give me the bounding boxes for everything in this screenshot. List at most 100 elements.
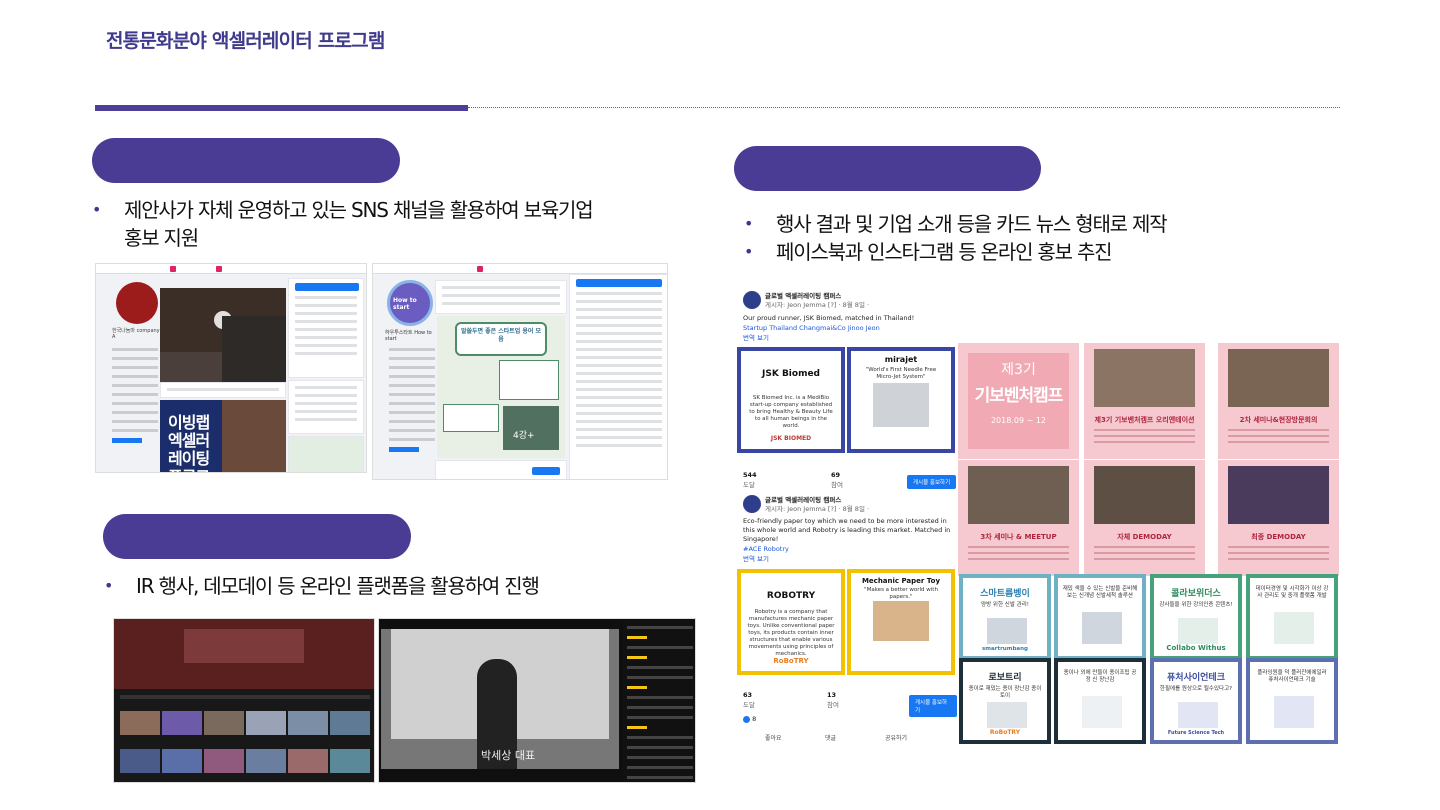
- company-tile: ROBOTRY Robotry is a company that manufa…: [737, 569, 845, 675]
- facebook-page-screenshot: How to start 하우투스타트 How to start 알쓸두면 좋은…: [372, 263, 668, 480]
- company-cardnews: 플라잉원을 덕 플러잔에에일러 퓨처사이언테크 기술: [1246, 658, 1338, 744]
- page-name: 하우투스타트 How to start: [385, 330, 432, 342]
- poster-box: 4강+: [503, 406, 559, 450]
- message-button[interactable]: [295, 283, 359, 291]
- event-photo: [1094, 466, 1195, 524]
- video-thumb[interactable]: [204, 711, 244, 735]
- post-text: Eco-friendly paper toy which we need to …: [743, 517, 951, 543]
- share-button[interactable]: 공유하기: [885, 733, 945, 742]
- video-thumb[interactable]: [288, 711, 328, 735]
- page-about-panel: [288, 380, 364, 434]
- event-photo: [1228, 349, 1329, 407]
- video-thumb[interactable]: [246, 711, 286, 735]
- company-tile: Mechanic Paper Toy "Makes a better world…: [847, 569, 955, 675]
- hashtag-link[interactable]: #ACE Robotry: [743, 545, 789, 554]
- page-sidebar-nav: [389, 348, 435, 458]
- post-actions: 좋아요 댓글 공유하기: [765, 733, 955, 742]
- program-poster: 이빙랩 엑셀러레이팅 프로그램: [160, 400, 222, 472]
- boost-post-button[interactable]: 게시물 홍보하기: [909, 695, 957, 717]
- facebook-page-screenshot: 한국나눔마 company A 이빙랩 엑셀러레이팅 프로그램: [95, 263, 367, 473]
- company-cardnews: 로보트리 종이로 재밌는 종이 장난감 종이토이 RoBoTRY: [959, 658, 1051, 744]
- like-count: 8: [743, 715, 756, 724]
- page-title: 전통문화분야 액셀러레이터 프로그램: [106, 30, 385, 52]
- post-header: [435, 280, 567, 314]
- see-translation-link[interactable]: 번역 보기: [743, 334, 769, 343]
- comment-button[interactable]: 댓글: [825, 733, 885, 742]
- photo-thumb: [160, 352, 222, 382]
- channel-tabs[interactable]: [120, 695, 370, 699]
- message-button[interactable]: [576, 279, 662, 287]
- post-card: [160, 382, 286, 398]
- reach-stat: 544 도달: [743, 471, 757, 489]
- like-icon: [743, 715, 750, 723]
- company-cardnews: 재밌 색을 수 있는 신발을 준비해보는 신개념 신발세척 솔루션: [1054, 574, 1146, 660]
- live-chat-panel: [623, 619, 695, 782]
- page-name: 한국나눔마 company A: [112, 328, 160, 340]
- post-page-name[interactable]: 글로벌 액셀러레이팅 캠퍼스: [765, 292, 841, 301]
- section-header-cardnews: [734, 146, 1041, 191]
- video-thumb[interactable]: [204, 749, 244, 773]
- live-video-player[interactable]: 박세상 대표: [381, 629, 619, 769]
- video-thumb[interactable]: [162, 749, 202, 773]
- event-card: 2차 세미나&현장방문회의: [1218, 343, 1339, 459]
- banner-image: [184, 629, 304, 663]
- bullet-item: 페이스북과 인스타그램 등 온라인 홍보 추진: [744, 238, 1304, 266]
- poster-box: [499, 360, 559, 400]
- video-thumb[interactable]: [330, 711, 370, 735]
- speaker-caption: 박세상 대표: [481, 749, 536, 762]
- sns-bullet-list: 제안사가 자체 운영하고 있는 SNS 채널을 활용하여 보육기업 홍보 지원: [92, 196, 612, 252]
- post-author: 게시자: Jeon Jemma [?] · 8월 8일 ·: [765, 505, 870, 513]
- event-photo: [1228, 466, 1329, 524]
- section-header-sns: [92, 138, 400, 183]
- engagement-stat: 13 참여: [827, 691, 839, 709]
- post-author: 게시자: Jeon Jemma [?] · 8월 8일 ·: [765, 301, 870, 309]
- dotted-divider: [468, 107, 1340, 108]
- post-image-poster: 알쓸두면 좋은 스타트업 용어 모음 4강+: [437, 316, 565, 458]
- boost-button[interactable]: [532, 467, 560, 475]
- boost-post-button[interactable]: 게시물 홍보하기: [907, 475, 957, 489]
- page-sidebar-nav: [112, 348, 158, 449]
- event-card: 3차 세미나 & MEETUP: [958, 460, 1079, 576]
- post-page-name[interactable]: 글로벌 액셀러레이팅 캠퍼스: [765, 496, 841, 505]
- video-thumb[interactable]: [162, 711, 202, 735]
- cardnews-bullet-list: 행사 결과 및 기업 소개 등을 카드 뉴스 형태로 제작 페이스북과 인스타그…: [744, 210, 1304, 266]
- page-info-panel: [288, 278, 364, 378]
- page-avatar: [743, 495, 761, 513]
- page-logo: How to start: [387, 280, 433, 326]
- photo-thumb: [222, 316, 286, 382]
- event-photo: [1094, 349, 1195, 407]
- section-header-ir: [103, 514, 411, 559]
- event-photo: [968, 466, 1069, 524]
- facebook-cardnews-post: 글로벌 액셀러레이팅 캠퍼스 게시자: Jeon Jemma [?] · 8월 …: [735, 287, 957, 747]
- event-card: 자체 DEMODAY: [1084, 460, 1205, 576]
- youtube-channel-screenshot: [113, 618, 375, 783]
- product-image: [873, 383, 929, 427]
- fb-topbar: [373, 264, 667, 274]
- post-link[interactable]: Startup Thailand Changmai&Co Jinoo Jeon: [743, 324, 880, 333]
- video-thumb[interactable]: [246, 749, 286, 773]
- video-thumb[interactable]: [330, 749, 370, 773]
- product-image: [873, 601, 929, 641]
- video-thumb[interactable]: [120, 749, 160, 773]
- poster-box: [443, 404, 499, 432]
- poster-title: 알쓸두면 좋은 스타트업 용어 모음: [455, 322, 547, 356]
- video-thumb[interactable]: [120, 711, 160, 735]
- map-panel: [288, 436, 364, 472]
- company-cardnews: 데이터경영 및 시각화가 이상 강사 관리도 및 중개 플랫폼 개발: [1246, 574, 1338, 660]
- video-thumb[interactable]: [288, 749, 328, 773]
- bullet-item: 행사 결과 및 기업 소개 등을 카드 뉴스 형태로 제작: [744, 210, 1304, 238]
- fb-topbar: [96, 264, 366, 274]
- event-card: 제3기 기보벤처캠프 오리엔테이션: [1084, 343, 1205, 459]
- like-button[interactable]: 좋아요: [765, 733, 825, 742]
- post-footer: [435, 460, 567, 479]
- engagement-stat: 69 참여: [831, 471, 843, 489]
- ir-bullet-list: IR 행사, 데모데이 등 온라인 플랫폼을 활용하여 진행: [104, 572, 664, 600]
- reach-stat: 63 도달: [743, 691, 755, 709]
- event-card: 제3기 기보벤처캠프 2018.09 ~ 12: [958, 343, 1079, 459]
- company-cardnews: 퓨처사이언테크 한필에를 원상으로 될수있다고? Future Science …: [1150, 658, 1242, 744]
- see-translation-link[interactable]: 번역 보기: [743, 555, 769, 564]
- notification-icon: [477, 266, 483, 272]
- company-cardnews: 스마트름벵이 양방 위한 신발 관리! smartrumbang: [959, 574, 1051, 660]
- title-underline: [95, 105, 468, 111]
- post-text: Our proud runner, JSK Biomed, matched in…: [743, 314, 915, 322]
